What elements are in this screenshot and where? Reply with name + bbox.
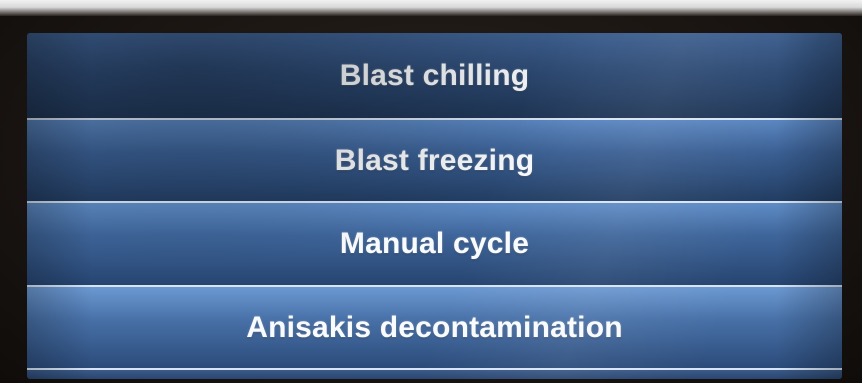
menu-item-label: Anisakis decontamination: [246, 310, 623, 344]
touch-screen-menu: Blast chilling Blast freezing Manual cyc…: [27, 33, 842, 379]
menu-item-manual-cycle[interactable]: Manual cycle: [27, 203, 842, 287]
menu-item-blast-chilling[interactable]: Blast chilling: [27, 33, 842, 120]
menu-item-anisakis-decontamination[interactable]: Anisakis decontamination: [27, 287, 842, 370]
device-bezel: Blast chilling Blast freezing Manual cyc…: [0, 0, 862, 383]
menu-item-partial-next[interactable]: [27, 370, 842, 379]
menu-item-blast-freezing[interactable]: Blast freezing: [27, 120, 842, 203]
menu-item-label: Manual cycle: [339, 227, 530, 260]
menu-item-label: Blast chilling: [339, 58, 530, 92]
menu-item-label: Blast freezing: [334, 143, 535, 177]
photo-background-edge: [0, 0, 862, 16]
